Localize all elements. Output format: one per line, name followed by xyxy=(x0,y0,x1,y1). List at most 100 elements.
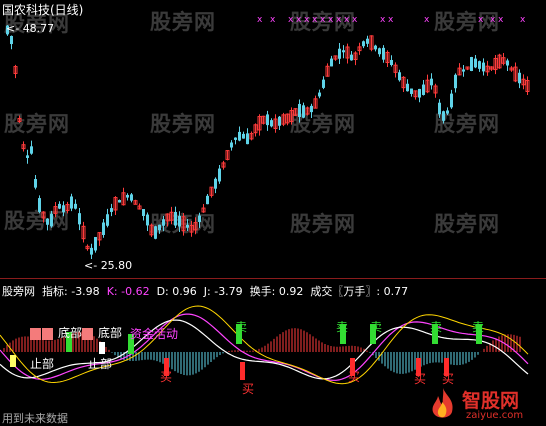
top-signal-marker: x xyxy=(304,15,310,25)
candle-body xyxy=(62,205,65,213)
top-signal-marker: x xyxy=(478,15,484,25)
buy-bar xyxy=(240,362,245,380)
candle-body xyxy=(34,179,37,188)
candle-body xyxy=(78,213,81,225)
top-signal-marker: x xyxy=(270,15,276,25)
candle-body xyxy=(118,200,121,203)
candle-body xyxy=(474,58,477,68)
top-signal-marker: x xyxy=(424,15,430,25)
candle-body xyxy=(350,54,353,61)
candle-body xyxy=(70,196,73,209)
logo-name: 智股网 xyxy=(462,390,520,412)
candle-body xyxy=(470,57,473,71)
top-signal-marker: x xyxy=(344,15,350,25)
top-signal-marker: x xyxy=(520,15,526,25)
candlestick-chart[interactable]: xxxxxxxxxxxxxxxxxx xyxy=(0,0,546,278)
top-signal-marker: x xyxy=(288,15,294,25)
candle-body xyxy=(30,146,33,154)
candle-body xyxy=(58,203,61,209)
top-signal-marker: x xyxy=(380,15,386,25)
candle-body xyxy=(366,38,369,44)
candle-body xyxy=(430,78,433,86)
bottom-signal-label: 底部 xyxy=(98,326,123,340)
indicator-item: D: 0.96 xyxy=(156,285,197,298)
candle-body xyxy=(266,114,269,126)
candle-body xyxy=(298,103,301,118)
top-signal-marker: x xyxy=(498,15,504,25)
candle-body xyxy=(174,211,177,226)
candle-body xyxy=(106,214,109,226)
stop-signal-label: 止部 xyxy=(30,357,55,371)
bottom-signal-label: 底部 xyxy=(58,326,83,340)
candle-body xyxy=(362,41,365,47)
candle-body xyxy=(374,45,377,50)
top-signal-marker: x xyxy=(388,15,394,25)
bottom-marker xyxy=(99,342,105,354)
candle-body xyxy=(454,74,457,89)
top-signal-marker: x xyxy=(320,15,326,25)
candle-body xyxy=(154,226,157,239)
top-signal-marker: x xyxy=(312,15,318,25)
capital-activity-label: 资金活动 xyxy=(130,327,179,341)
candle-body xyxy=(322,79,325,88)
candle-body xyxy=(390,59,393,66)
candle-body xyxy=(186,224,189,228)
candle-body xyxy=(178,216,181,227)
candle-body xyxy=(102,222,105,235)
candle-body xyxy=(330,58,333,67)
top-signal-marker: x xyxy=(490,15,496,25)
candle-body xyxy=(10,35,13,45)
bottom-marker xyxy=(30,328,41,340)
future-data-notice: 用到未来数据 xyxy=(2,412,68,425)
candle-body xyxy=(418,88,421,98)
candle-body xyxy=(410,88,413,94)
candle-body xyxy=(110,208,113,212)
candle-body xyxy=(142,209,145,216)
candle-body xyxy=(382,47,385,60)
candle-body xyxy=(238,131,241,141)
low-price-label: <- 25.80 xyxy=(84,259,133,272)
candle-body xyxy=(438,102,441,115)
candle-body xyxy=(378,48,381,55)
buy-signal: 买 xyxy=(160,370,173,384)
indicator-item: 换手: 0.92 xyxy=(249,285,304,298)
buy-signal: 买 xyxy=(414,372,427,386)
indicator-item: 成交〖万手〗: 0.77 xyxy=(310,285,409,298)
candle-body xyxy=(158,224,161,231)
candle-body xyxy=(302,105,305,118)
buy-signal: 买 xyxy=(242,382,255,396)
stock-chart-window: 股旁网 股旁网 股旁网 股旁网 股旁网 股旁网 股旁网 股旁网 股旁网 股旁网 … xyxy=(0,0,546,426)
sell-signal: 卖 xyxy=(472,320,485,334)
sell-signal: 卖 xyxy=(336,320,349,334)
top-signal-marker: x xyxy=(296,15,302,25)
candle-body xyxy=(126,194,129,198)
candle-body xyxy=(46,218,49,225)
sell-signal: 卖 xyxy=(235,320,248,334)
indicator-name: 股旁网 xyxy=(2,285,35,298)
candle-body xyxy=(198,215,201,222)
candle-body xyxy=(506,60,509,66)
candle-body xyxy=(406,83,409,92)
logo-url: zaiyue.com xyxy=(466,410,524,421)
candle-body xyxy=(146,214,149,226)
candle-body xyxy=(94,237,97,251)
candle-body xyxy=(482,62,485,72)
candle-body xyxy=(206,195,209,205)
top-signal-marker: x xyxy=(257,15,263,25)
top-signal-marker: x xyxy=(336,15,342,25)
candle-body xyxy=(422,84,425,95)
candle-body xyxy=(518,72,521,84)
indicator-item: 指标: -3.98 xyxy=(42,285,100,298)
candle-body xyxy=(218,168,221,182)
candle-body xyxy=(442,111,445,121)
candle-body xyxy=(478,61,481,69)
candle-body xyxy=(342,50,345,53)
candle-body xyxy=(74,203,77,209)
flame-icon xyxy=(432,388,453,418)
stop-signal-label: 止部 xyxy=(88,357,113,371)
candle-body xyxy=(50,213,53,227)
indicator-bar: 股旁网 指标: -3.98 K: -0.62 D: 0.96 J: -3.79 … xyxy=(2,283,408,299)
candle-body xyxy=(130,194,133,201)
candle-body xyxy=(242,133,245,139)
candle-body xyxy=(462,69,465,72)
